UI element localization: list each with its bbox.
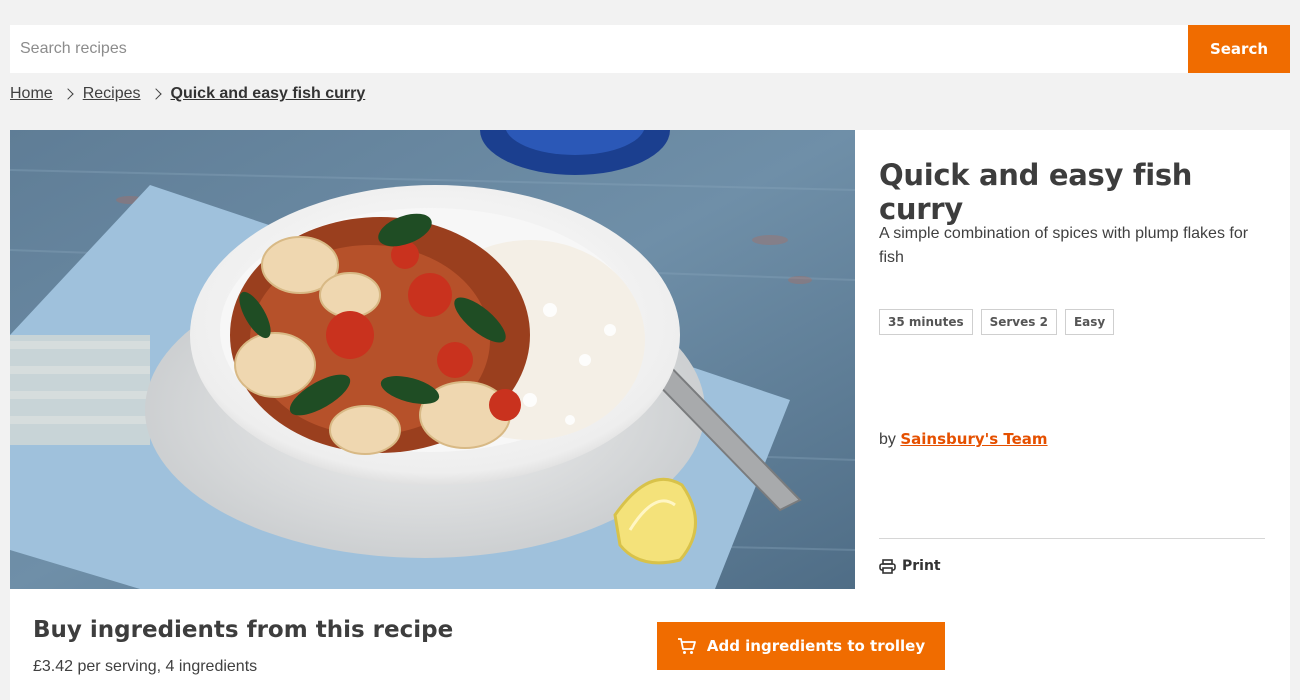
recipe-card: Quick and easy fish curry A simple combi… [10,130,1290,700]
add-to-trolley-button[interactable]: Add ingredients to trolley [657,622,945,670]
search-button[interactable]: Search [1188,25,1290,73]
buy-ingredients-title: Buy ingredients from this recipe [33,617,454,643]
breadcrumb-current[interactable]: Quick and easy fish curry [171,85,366,103]
fish-curry-photo-icon [10,130,855,589]
serves-tag: Serves 2 [980,309,1057,335]
search-input[interactable] [10,25,1188,73]
recipe-image [10,130,855,589]
chevron-right-icon [63,87,75,101]
author-line: by Sainsbury's Team [879,430,1048,449]
cart-icon [677,638,696,654]
breadcrumb-home[interactable]: Home [10,85,53,103]
recipe-tags: 35 minutes Serves 2 Easy [879,309,1115,335]
print-button[interactable]: Print [879,558,941,574]
printer-icon [879,558,896,574]
print-label: Print [902,558,941,574]
chevron-right-icon [151,87,163,101]
breadcrumb: Home Recipes Quick and easy fish curry [10,83,365,105]
author-prefix: by [879,431,896,448]
difficulty-tag: Easy [1064,309,1115,335]
breadcrumb-recipes[interactable]: Recipes [83,85,141,103]
recipe-info: Quick and easy fish curry A simple combi… [879,130,1265,589]
recipe-title: Quick and easy fish curry [879,158,1193,226]
time-tag: 35 minutes [879,309,973,335]
buy-ingredients-subtitle: £3.42 per serving, 4 ingredients [33,658,258,675]
search-bar: Search [10,25,1290,73]
author-link[interactable]: Sainsbury's Team [900,430,1047,448]
recipe-description: A simple combination of spices with plum… [879,225,1249,266]
add-to-trolley-label: Add ingredients to trolley [706,637,926,655]
divider [879,538,1265,539]
